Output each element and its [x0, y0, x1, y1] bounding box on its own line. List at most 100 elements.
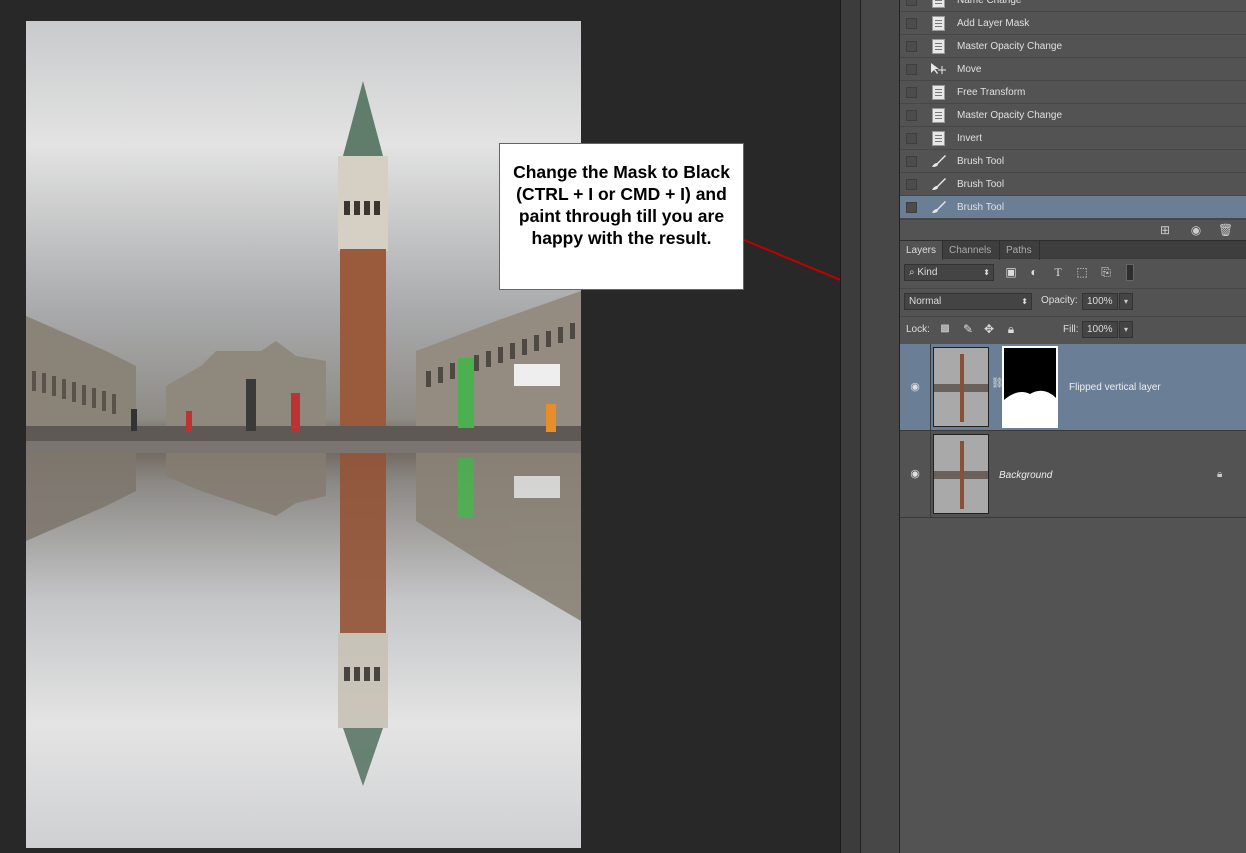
snapshot-source-checkbox[interactable] — [906, 132, 917, 144]
document-icon — [930, 84, 946, 100]
history-state-label: Invert — [957, 132, 983, 144]
history-state[interactable]: Add Layer Mask — [900, 12, 1246, 35]
snapshot-source-checkbox[interactable] — [906, 0, 917, 6]
history-state-label: Add Layer Mask — [957, 17, 1030, 29]
history-panel: Name Change Add Layer Mask Master Opacity … — [900, 0, 1246, 219]
layer-filter-row: ⌕ Kind ⬍ ▣ ◐ T ⬚ ⎘ — [900, 260, 1246, 286]
type-layer-filter-icon[interactable]: T — [1051, 265, 1065, 279]
history-state-label: Brush Tool — [957, 201, 1005, 213]
wet-pavement — [26, 441, 581, 453]
history-state[interactable]: Brush Tool — [900, 150, 1246, 173]
callout-text: Change the Mask to Black (CTRL + I or CM… — [513, 162, 730, 248]
history-state-label: Name Change — [957, 0, 1022, 6]
camera-icon[interactable]: ◉ — [1189, 223, 1203, 237]
smart-object-filter-icon[interactable]: ⎘ — [1099, 265, 1113, 279]
visibility-column-divider — [930, 344, 931, 431]
pixel-layer-filter-icon[interactable]: ▣ — [1004, 265, 1018, 279]
history-state[interactable]: Brush Tool — [900, 196, 1246, 219]
document-icon — [930, 0, 946, 8]
snapshot-source-checkbox[interactable] — [906, 40, 917, 52]
blend-mode-select[interactable]: Normal ⬍ — [904, 293, 1032, 310]
history-state[interactable]: Brush Tool — [900, 173, 1246, 196]
fill-input[interactable]: 100% — [1082, 321, 1118, 338]
banner — [514, 364, 560, 386]
lock-icon: 🔒︎ — [1217, 469, 1223, 480]
history-state[interactable]: Invert — [900, 127, 1246, 150]
lock-position-icon[interactable]: ✥ — [982, 322, 996, 336]
history-state-label: Master Opacity Change — [957, 40, 1063, 52]
stepper-icon: ⬍ — [1021, 297, 1028, 306]
collapsed-panel-strip — [860, 0, 900, 853]
history-state-label: Brush Tool — [957, 178, 1005, 190]
tab-layers[interactable]: Layers — [900, 241, 943, 260]
opacity-label: Opacity: — [1041, 295, 1078, 306]
layer-row-flipped[interactable]: ◉ ⛓ Flipped vertical layer — [900, 344, 1246, 431]
lock-transparent-pixels-icon[interactable]: ▩ — [938, 322, 952, 336]
fill-label: Fill: — [1063, 324, 1079, 335]
new-document-from-state-icon[interactable]: ⊞ — [1158, 223, 1172, 237]
snapshot-source-checkbox[interactable] — [906, 201, 917, 213]
layer-thumbnail[interactable] — [933, 347, 989, 427]
history-state-label: Master Opacity Change — [957, 109, 1063, 121]
snapshot-source-checkbox[interactable] — [906, 63, 917, 75]
venice-reflection-photo[interactable] — [26, 21, 581, 848]
campanile-spire — [343, 81, 383, 156]
document-icon — [930, 107, 946, 123]
tab-channels[interactable]: Channels — [943, 241, 1000, 260]
trash-icon[interactable]: 🗑 — [1218, 223, 1233, 237]
snapshot-source-checkbox[interactable] — [906, 178, 917, 190]
stepper-icon: ⬍ — [983, 268, 990, 277]
history-state[interactable]: Name Change — [900, 0, 1246, 12]
layer-name[interactable]: Flipped vertical layer — [1069, 382, 1161, 393]
history-state[interactable]: Master Opacity Change — [900, 104, 1246, 127]
history-state-label: Move — [957, 63, 982, 75]
dock-gutter — [840, 0, 860, 853]
adjustment-layer-filter-icon[interactable]: ◐ — [1027, 265, 1041, 279]
brush-icon — [930, 176, 946, 192]
thumbnail-artwork — [934, 348, 988, 426]
filter-toggle-switch[interactable] — [1126, 264, 1134, 281]
lock-all-icon[interactable]: 🔒︎ — [1004, 322, 1018, 336]
brush-icon — [930, 199, 946, 215]
photo-artwork — [26, 81, 581, 786]
layer-thumbnail[interactable] — [933, 434, 989, 514]
lock-image-pixels-icon[interactable]: ✎ — [961, 322, 975, 336]
document-icon — [930, 130, 946, 146]
lock-label: Lock: — [906, 324, 930, 335]
lock-row: Lock: ▩ ✎ ✥ 🔒︎ Fill: 100% ▾ — [900, 316, 1246, 342]
instruction-callout: Change the Mask to Black (CTRL + I or CM… — [499, 143, 744, 290]
document-icon — [930, 38, 946, 54]
mask-artwork — [1004, 348, 1056, 426]
snapshot-source-checkbox[interactable] — [906, 155, 917, 167]
visibility-column-divider — [930, 431, 931, 518]
history-state[interactable]: Free Transform — [900, 81, 1246, 104]
thumbnail-artwork — [934, 435, 988, 513]
history-footer: ⊞ ◉ 🗑 — [900, 219, 1246, 239]
layer-row-background[interactable]: ◉ Background 🔒︎ — [900, 431, 1246, 518]
history-state-label: Brush Tool — [957, 155, 1005, 167]
reflection — [26, 451, 581, 786]
opacity-dropdown-button[interactable]: ▾ — [1119, 293, 1133, 310]
history-state[interactable]: Master Opacity Change — [900, 35, 1246, 58]
layer-mask-thumbnail[interactable] — [1002, 346, 1058, 428]
snapshot-source-checkbox[interactable] — [906, 17, 917, 29]
fill-dropdown-button[interactable]: ▾ — [1119, 321, 1133, 338]
document-icon — [930, 15, 946, 31]
layers-panel-tabs: Layers Channels Paths — [900, 240, 1246, 260]
history-state-label: Free Transform — [957, 86, 1026, 98]
opacity-input[interactable]: 100% — [1082, 293, 1118, 310]
document-canvas[interactable]: Change the Mask to Black (CTRL + I or CM… — [0, 0, 840, 853]
kind-filter-select[interactable]: ⌕ Kind ⬍ — [904, 264, 994, 281]
tab-paths[interactable]: Paths — [1000, 241, 1040, 260]
snapshot-source-checkbox[interactable] — [906, 109, 917, 121]
blend-row: Normal ⬍ Opacity: 100% ▾ — [900, 288, 1246, 314]
shape-layer-filter-icon[interactable]: ⬚ — [1075, 265, 1089, 279]
layer-name[interactable]: Background — [999, 470, 1052, 481]
right-panel: Name Change Add Layer Mask Master Opacity … — [900, 0, 1246, 853]
history-state[interactable]: Move — [900, 58, 1246, 81]
brush-icon — [930, 153, 946, 169]
kind-filter-label: Kind — [917, 267, 938, 278]
eye-icon[interactable]: ◉ — [908, 380, 922, 394]
eye-icon[interactable]: ◉ — [908, 467, 922, 481]
snapshot-source-checkbox[interactable] — [906, 86, 917, 98]
